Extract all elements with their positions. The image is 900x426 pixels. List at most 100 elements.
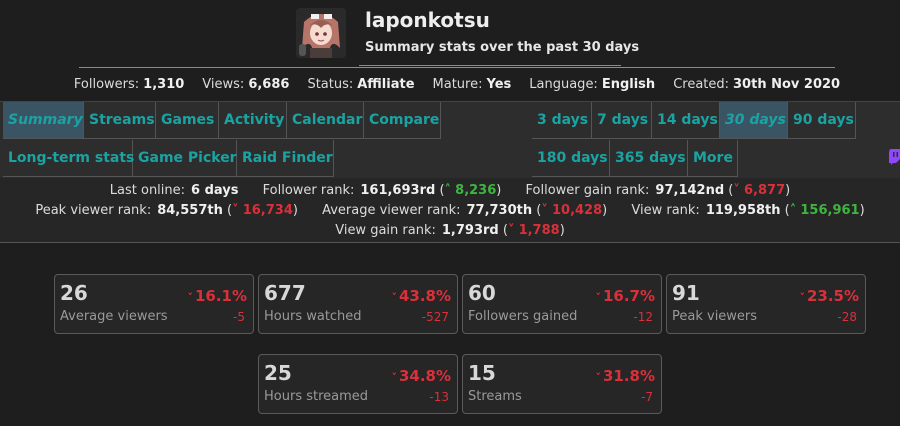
rank-value: 84,557th [157,203,223,218]
stat-percent: 16.1% [194,287,247,305]
tab-calendar[interactable]: Calendar [287,102,364,139]
chevron-down-icon: ˅ [541,203,548,218]
rank-line-1: Last online: 6 days Follower rank: 161,693… [0,183,900,198]
channel-username: laponkotsu [365,8,490,32]
follower-rank: Follower rank: 161,693rd (˄ 8,236) [262,183,502,198]
stat-percent-change: ˅ 16.1% [187,287,247,305]
stat-percent-change: ˅ 16.7% [595,287,655,305]
stat-percent-change: ˅ 43.8% [391,287,451,305]
rank-label: Average viewer rank: [322,203,461,218]
rank-value: 119,958th [705,203,781,218]
stat-value: 26 [60,281,88,305]
stat-delta: -5 [233,310,245,324]
tab-summary[interactable]: Summary [3,102,84,139]
stat-card-peak-viewers: 91 Peak viewers ˅ 23.5% -28 [666,274,866,334]
rank-value: 1,793rd [441,223,499,238]
info-created: Created: 30th Nov 2020 [673,77,840,92]
stat-label: Streams [468,389,522,404]
stat-value: 677 [264,281,306,305]
info-value: Affiliate [357,77,415,92]
rank-value: 77,730th [466,203,533,218]
period-more[interactable]: More [688,140,738,177]
info-status: Status: Affiliate [307,77,414,92]
stat-label: Hours streamed [264,389,369,404]
period-90-days[interactable]: 90 days [788,102,856,139]
chevron-down-icon: ˅ [391,371,397,384]
stat-value: 15 [468,361,496,385]
stat-delta: -527 [421,310,449,324]
rank-change: 16,734 [242,203,293,218]
tab-raid-finder[interactable]: Raid Finder [237,140,334,177]
tab-streams[interactable]: Streams [84,102,156,139]
header-divider [359,65,621,66]
tab-games[interactable]: Games [156,102,219,139]
chevron-down-icon: ˅ [391,291,397,304]
chevron-down-icon: ˅ [187,291,193,304]
info-value: 1,310 [143,77,185,92]
info-mature: Mature: Yes [433,77,512,92]
avatar-image [296,8,346,58]
avatar[interactable] [296,8,346,58]
stat-value: 60 [468,281,496,305]
tab-compare[interactable]: Compare [364,102,441,139]
rank-value: 161,693rd [360,183,436,198]
info-value: 6,686 [248,77,290,92]
stat-value: 25 [264,361,292,385]
info-language: Language: English [529,77,655,92]
period-14-days[interactable]: 14 days [652,102,720,139]
chevron-up-icon: ˄ [789,203,797,218]
rank-value: 97,142nd [655,183,725,198]
stat-percent: 31.8% [602,367,655,385]
stat-percent: 43.8% [398,287,451,305]
last-online: Last online: 6 days [110,183,239,198]
rank-change: 156,961 [800,203,860,218]
follower-gain-rank: Follower gain rank: 97,142nd (˅ 6,877) [525,183,791,198]
info-label: Mature: [432,77,483,92]
rank-change: 1,788 [518,223,560,238]
twitch-icon[interactable] [889,149,900,165]
navigation-area: Summary Streams Games Activity Calendar … [0,101,900,179]
stat-card-hours-watched: 677 Hours watched ˅ 43.8% -527 [258,274,458,334]
info-views: Views: 6,686 [202,77,289,92]
info-label: Created: [673,77,730,92]
stat-card-hours-streamed: 25 Hours streamed ˅ 34.8% -13 [258,354,458,414]
tab-long-term-stats[interactable]: Long-term stats [3,140,134,177]
stat-label: Peak viewers [672,309,758,324]
stat-percent-change: ˅ 34.8% [391,367,451,385]
stat-percent-change: ˅ 31.8% [595,367,655,385]
tab-activity[interactable]: Activity [219,102,287,139]
profile-header: laponkotsu Summary stats over the past 3… [0,0,900,67]
stat-card-average-viewers: 26 Average viewers ˅ 16.1% -5 [54,274,254,334]
view-rank: View rank: 119,958th (˄ 156,961) [631,203,865,218]
stat-label: Followers gained [468,309,578,324]
stat-percent: 23.5% [806,287,859,305]
stat-delta: -28 [837,310,857,324]
period-3-days[interactable]: 3 days [532,102,592,139]
info-label: Language: [529,77,598,92]
info-label: Status: [307,77,354,92]
tab-game-picker[interactable]: Game Picker [133,140,237,177]
period-7-days[interactable]: 7 days [592,102,652,139]
stat-card-streams: 15 Streams ˅ 31.8% -7 [462,354,662,414]
info-value: Yes [486,77,512,92]
rank-change: 10,428 [551,203,603,218]
rank-change: 8,236 [455,183,497,198]
chevron-down-icon: ˅ [595,371,601,384]
chevron-down-icon: ˅ [733,183,740,198]
rank-value: 6 days [191,183,239,198]
stat-value: 91 [672,281,700,305]
stat-percent: 34.8% [398,367,451,385]
period-365-days[interactable]: 365 days [610,140,688,177]
period-30-days[interactable]: 30 days [720,102,788,139]
rank-label: Peak viewer rank: [35,203,152,218]
period-180-days[interactable]: 180 days [532,140,610,177]
info-value: English [601,77,656,92]
info-label: Views: [202,77,245,92]
rank-change: 6,877 [744,183,786,198]
stat-delta: -12 [633,310,653,324]
stat-percent-change: ˅ 23.5% [799,287,859,305]
average-viewer-rank: Average viewer rank: 77,730th (˅ 10,428) [322,203,608,218]
info-value: 30th Nov 2020 [733,77,841,92]
info-label: Followers: [73,77,140,92]
chevron-up-icon: ˄ [444,183,452,198]
